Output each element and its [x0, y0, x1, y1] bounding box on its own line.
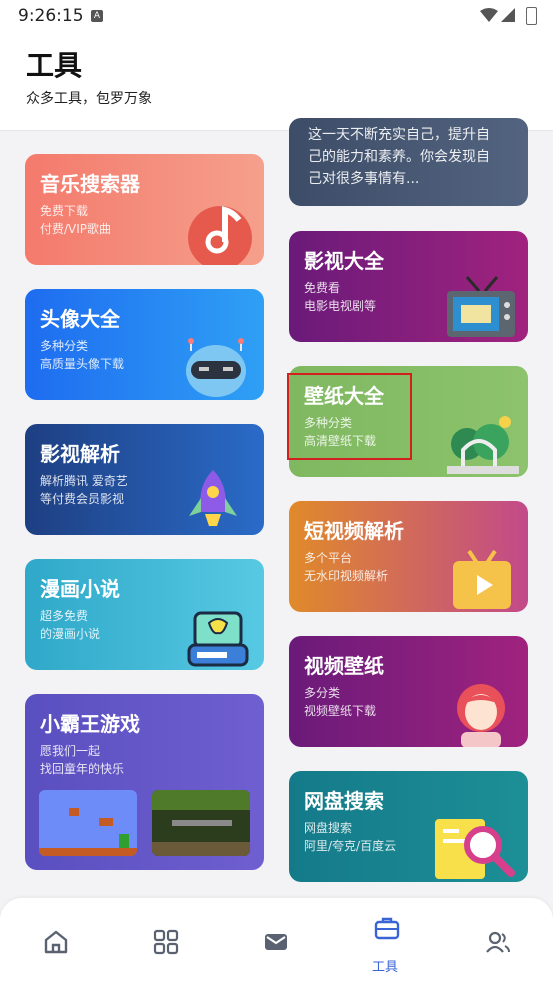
card-desc: 等付费会员影视	[40, 492, 125, 506]
message-icon[interactable]	[262, 928, 290, 956]
card-desc: 愿我们一起	[40, 744, 101, 758]
card-comic-novel[interactable]: 漫画小说 超多免费 的漫画小说	[25, 559, 264, 670]
bottom-nav: 工具	[0, 898, 553, 983]
play-box-icon	[453, 549, 511, 609]
card-desc: 无水印视频解析	[304, 569, 389, 583]
page-subtitle: 众多工具，包罗万象	[26, 91, 152, 107]
status-time: 9:26:15	[18, 6, 84, 26]
card-title: 小霸王游戏	[40, 712, 140, 736]
card-desc: 这一天不断充实自己，提升自	[308, 127, 490, 143]
card-video-wallpapers[interactable]: 视频壁纸 多分类 视频壁纸下载	[289, 636, 528, 747]
card-desc: 找回童年的快乐	[40, 762, 125, 776]
wifi-icon	[480, 8, 498, 22]
apps-grid-icon[interactable]	[152, 928, 180, 956]
card-desc: 网盘搜索	[304, 821, 353, 835]
card-title: 影视大全	[304, 249, 384, 273]
card-title: 网盘搜索	[304, 789, 384, 813]
card-title: 短视频解析	[304, 519, 404, 543]
card-desc: 视频壁纸下载	[304, 704, 377, 718]
card-avatar[interactable]: 头像大全 多种分类 高质量头像下载	[25, 289, 264, 400]
rocket-icon	[189, 470, 237, 526]
search-doc-icon	[435, 819, 515, 879]
card-cloud-search[interactable]: 网盘搜索 网盘搜索 阿里/夸克/百度云	[289, 771, 528, 882]
card-quote[interactable]: 这一天不断充实自己，提升自 己的能力和素养。你会发现自 己对很多事情有...	[289, 118, 528, 206]
status-bar: 9:26:15 A	[0, 0, 553, 32]
card-title: 影视解析	[40, 442, 120, 466]
card-movies[interactable]: 影视大全 免费看 电影电视剧等	[289, 231, 528, 342]
card-desc: 己的能力和素养。你会发现自	[308, 149, 490, 165]
card-desc: 的漫画小说	[40, 627, 101, 641]
robot-icon	[186, 338, 246, 397]
users-icon[interactable]	[484, 928, 512, 956]
card-desc: 多分类	[304, 686, 341, 700]
home-icon[interactable]	[42, 928, 70, 956]
card-retro-games[interactable]: 小霸王游戏 愿我们一起 找回童年的快乐	[25, 694, 264, 870]
notification-icon: A	[91, 10, 103, 22]
card-desc: 免费看	[304, 281, 341, 295]
page-title: 工具	[26, 49, 83, 82]
card-video-parse[interactable]: 影视解析 解析腾讯 爱奇艺 等付费会员影视	[25, 424, 264, 535]
selection-highlight	[287, 373, 412, 460]
card-title: 音乐搜索器	[40, 172, 140, 196]
music-note-icon	[188, 206, 252, 265]
signal-icon	[501, 8, 515, 22]
card-desc: 己对很多事情有...	[308, 171, 420, 187]
card-desc: 免费下载	[40, 204, 89, 218]
card-title: 头像大全	[40, 307, 120, 331]
card-music-search[interactable]: 音乐搜索器 免费下载 付费/VIP歌曲	[25, 154, 264, 265]
girl-avatar-icon	[457, 684, 505, 747]
card-title: 漫画小说	[40, 577, 120, 601]
hard-drive-icon	[187, 611, 249, 667]
game-screenshot-mario	[39, 790, 137, 856]
garden-arch-icon	[447, 416, 519, 474]
card-desc: 超多免费	[40, 609, 89, 623]
card-desc: 多种分类	[40, 339, 89, 353]
card-title: 视频壁纸	[304, 654, 384, 678]
page-header: 工具 众多工具，包罗万象	[0, 32, 553, 131]
battery-icon	[526, 7, 537, 25]
game-screenshot-contra	[152, 790, 250, 856]
card-desc: 高质量头像下载	[40, 357, 125, 371]
nav-label-tools[interactable]: 工具	[372, 956, 398, 975]
card-desc: 阿里/夸克/百度云	[304, 839, 397, 853]
card-desc: 解析腾讯 爱奇艺	[40, 474, 128, 488]
card-desc: 电影电视剧等	[304, 299, 377, 313]
card-desc: 多个平台	[304, 551, 353, 565]
card-short-video-parse[interactable]: 短视频解析 多个平台 无水印视频解析	[289, 501, 528, 612]
card-desc: 付费/VIP歌曲	[40, 222, 112, 236]
tv-icon	[447, 276, 515, 337]
toolbox-icon[interactable]	[373, 914, 401, 942]
